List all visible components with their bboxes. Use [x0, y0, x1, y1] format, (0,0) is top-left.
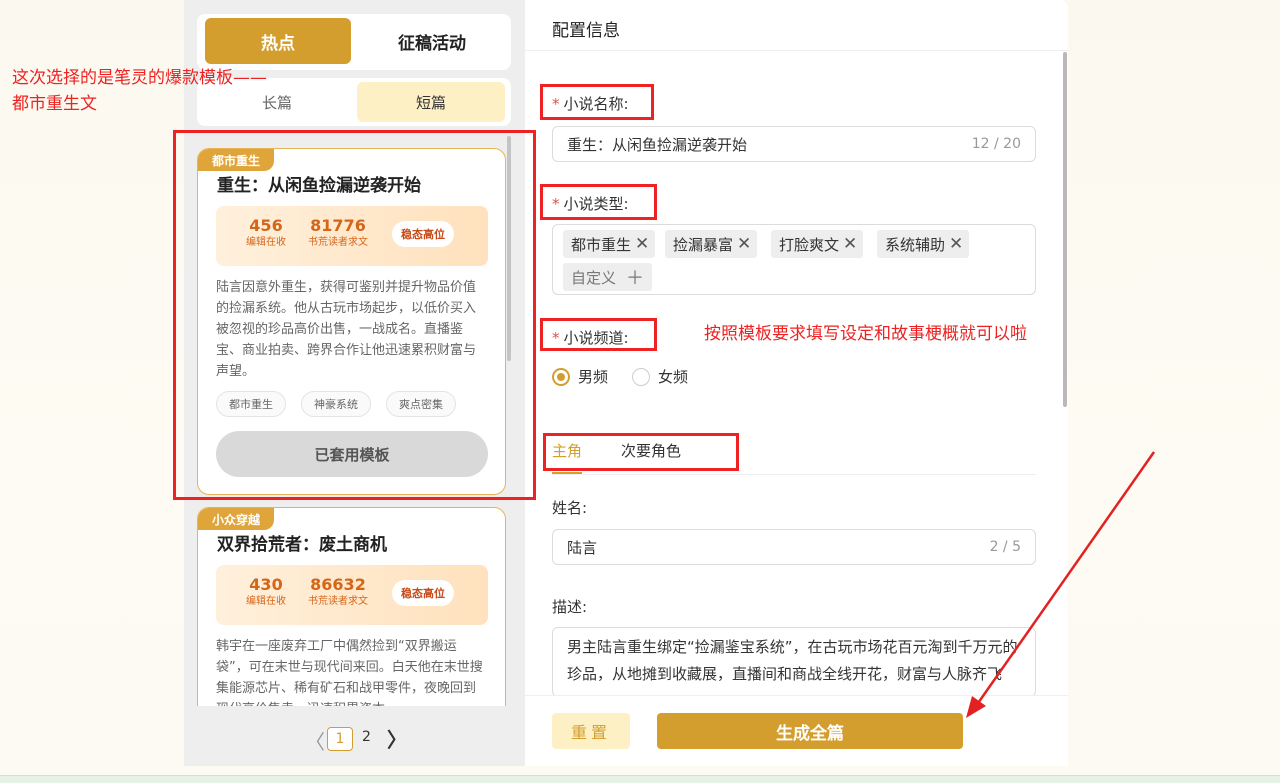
annotation-arrow: [966, 451, 1156, 718]
